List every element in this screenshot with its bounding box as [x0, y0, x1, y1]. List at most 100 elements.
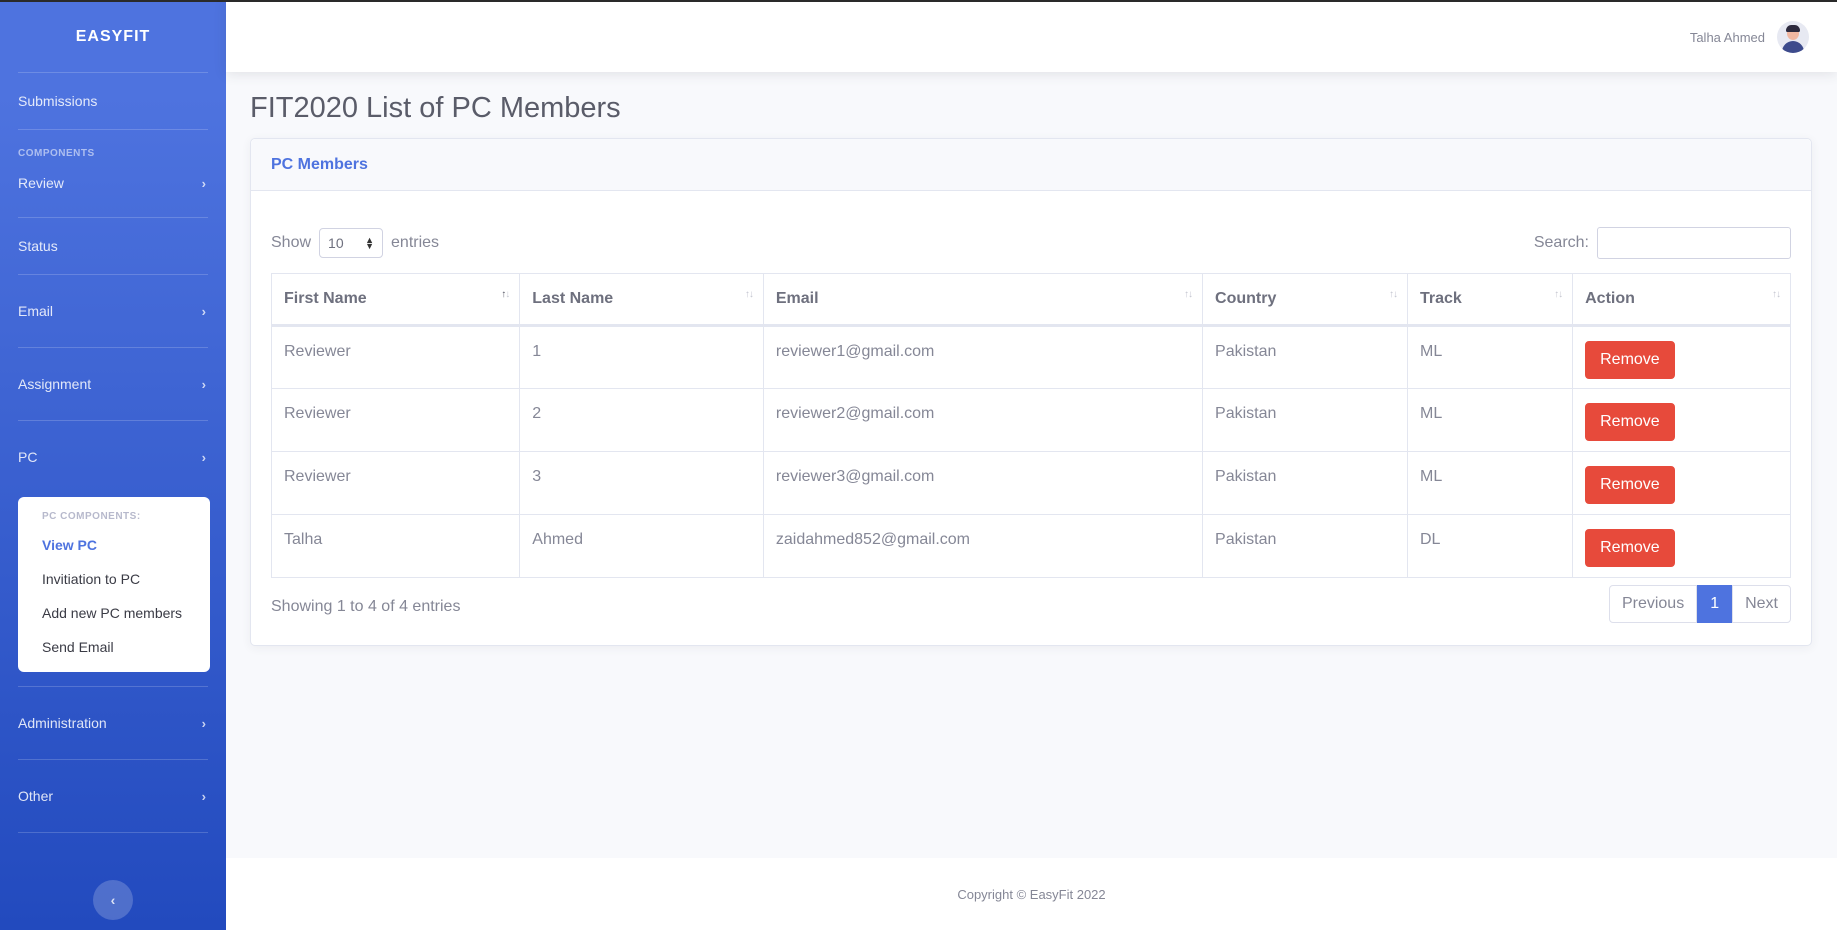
pagination-next-button[interactable]: Next — [1732, 585, 1791, 623]
sort-icon: ↑↓ — [501, 289, 510, 300]
remove-button[interactable]: Remove — [1585, 341, 1675, 379]
select-arrows-icon: ▲ ▼ — [365, 235, 375, 251]
sidebar-item-email[interactable]: Email › — [0, 275, 226, 347]
sidebar-item-pc[interactable]: PC › — [0, 421, 226, 493]
avatar-hair — [1786, 25, 1800, 32]
search-label: Search: — [1533, 234, 1589, 251]
sidebar-item-status[interactable]: Status — [0, 218, 226, 274]
cell-last-name: 2 — [519, 388, 764, 452]
page-title: FIT2020 List of PC Members — [250, 92, 621, 124]
sidebar-divider — [18, 832, 208, 833]
table-row: Reviewer 1 reviewer1@gmail.com Pakistan … — [270, 325, 1791, 389]
chevron-right-icon: › — [201, 303, 206, 319]
chevron-right-icon: › — [201, 175, 206, 191]
table-info: Showing 1 to 4 of 4 entries — [271, 598, 461, 615]
cell-track: ML — [1406, 451, 1574, 515]
pagination-page-button[interactable]: 1 — [1697, 585, 1733, 623]
pc-members-table: First Name ↑↓ Last Name ↑↓ Email ↑↓ Country… — [270, 273, 1791, 578]
cell-country: Pakistan — [1202, 514, 1408, 578]
entries-label: entries — [391, 234, 440, 251]
copyright-text: Copyright © EasyFit 2022 — [957, 886, 1106, 902]
sort-icon: ↑↓ — [1772, 289, 1781, 300]
sidebar-heading-components: COMPONENTS — [18, 148, 95, 159]
sidebar-item-label: Assignment — [18, 376, 92, 392]
column-label: Track — [1420, 290, 1462, 307]
pagination-previous-button[interactable]: Previous — [1608, 585, 1698, 623]
column-label: Last Name — [532, 290, 614, 307]
column-label: Action — [1585, 290, 1635, 307]
pc-submenu: PC COMPONENTS: View PC Invitiation to PC… — [18, 497, 210, 672]
search-input[interactable] — [1597, 227, 1791, 259]
sidebar-item-review[interactable]: Review › — [0, 163, 226, 203]
user-name[interactable]: Talha Ahmed — [1690, 30, 1765, 45]
table-row: Reviewer 3 reviewer3@gmail.com Pakistan … — [270, 451, 1791, 515]
column-header-action[interactable]: Action ↑↓ — [1572, 273, 1791, 327]
sidebar-item-submissions[interactable]: Submissions — [0, 73, 226, 129]
chevron-right-icon: › — [201, 376, 206, 392]
remove-button[interactable]: Remove — [1585, 529, 1675, 567]
sidebar-item-label: Submissions — [18, 93, 98, 109]
sort-icon: ↑↓ — [1389, 289, 1398, 300]
sort-icon: ↑↓ — [1554, 289, 1563, 300]
table-controls: Show 10 ▲ ▼ entries Search: — [271, 227, 1791, 259]
sidebar: EASYFIT Submissions COMPONENTS Review › … — [0, 0, 226, 930]
cell-country: Pakistan — [1202, 325, 1408, 389]
sidebar-item-label: Status — [18, 238, 58, 254]
pc-members-card: PC Members Show 10 ▲ ▼ entries Search: Fi… — [250, 138, 1812, 646]
sidebar-item-other[interactable]: Other › — [0, 760, 226, 832]
cell-first-name: Reviewer — [270, 325, 521, 389]
column-header-last-name[interactable]: Last Name ↑↓ — [519, 273, 764, 327]
avatar[interactable] — [1777, 21, 1809, 53]
chevron-right-icon: › — [201, 788, 206, 804]
avatar-body — [1782, 41, 1804, 53]
topbar: Talha Ahmed — [226, 0, 1837, 72]
footer: Copyright © EasyFit 2022 — [226, 858, 1837, 930]
cell-last-name: 1 — [519, 325, 764, 389]
cell-email: reviewer1@gmail.com — [762, 325, 1204, 389]
pagination: Previous 1 Next — [1608, 585, 1791, 623]
page-length-control: Show 10 ▲ ▼ entries — [271, 228, 439, 258]
cell-last-name: Ahmed — [519, 514, 764, 578]
show-label: Show — [271, 234, 312, 251]
remove-button[interactable]: Remove — [1585, 403, 1675, 441]
sort-icon: ↑↓ — [1184, 289, 1193, 300]
column-label: Country — [1215, 290, 1277, 307]
cell-track: DL — [1406, 514, 1574, 578]
table-row: Talha Ahmed zaidahmed852@gmail.com Pakis… — [270, 514, 1791, 578]
sidebar-item-label: Review — [18, 175, 64, 191]
cell-action: Remove — [1572, 388, 1791, 452]
sidebar-item-label: Other — [18, 788, 54, 804]
cell-first-name: Reviewer — [270, 388, 521, 452]
chevron-left-icon: ‹ — [110, 892, 116, 908]
submenu-item-send-email[interactable]: Send Email — [18, 630, 210, 664]
cell-country: Pakistan — [1202, 388, 1408, 452]
cell-action: Remove — [1572, 514, 1791, 578]
sidebar-toggle-button[interactable]: ‹ — [93, 880, 133, 920]
cell-first-name: Talha — [270, 514, 521, 578]
sidebar-item-administration[interactable]: Administration › — [0, 687, 226, 759]
submenu-item-add-members[interactable]: Add new PC members — [18, 596, 210, 630]
column-label: Email — [775, 290, 819, 307]
card-header: PC Members — [251, 139, 1811, 191]
column-header-country[interactable]: Country ↑↓ — [1202, 273, 1408, 327]
column-header-email[interactable]: Email ↑↓ — [762, 273, 1204, 327]
cell-last-name: 3 — [519, 451, 764, 515]
remove-button[interactable]: Remove — [1585, 466, 1675, 504]
cell-action: Remove — [1572, 325, 1791, 389]
submenu-item-invitation[interactable]: Invitiation to PC — [18, 562, 210, 596]
sidebar-item-assignment[interactable]: Assignment › — [0, 348, 226, 420]
chevron-right-icon: › — [201, 715, 206, 731]
sort-icon: ↑↓ — [744, 289, 754, 300]
cell-track: ML — [1406, 388, 1574, 452]
column-header-track[interactable]: Track ↑↓ — [1406, 273, 1574, 327]
cell-first-name: Reviewer — [270, 451, 521, 515]
column-header-first-name[interactable]: First Name ↑↓ — [270, 273, 521, 327]
pc-submenu-header: PC COMPONENTS: — [42, 511, 141, 522]
submenu-item-view-pc[interactable]: View PC — [18, 528, 210, 562]
sidebar-item-label: PC — [18, 449, 38, 465]
brand-logo[interactable]: EASYFIT — [0, 2, 226, 72]
page-length-value: 10 — [328, 235, 344, 251]
page-length-select[interactable]: 10 ▲ ▼ — [319, 228, 384, 258]
cell-email: reviewer3@gmail.com — [762, 451, 1204, 515]
sidebar-item-label: Administration — [18, 715, 107, 731]
